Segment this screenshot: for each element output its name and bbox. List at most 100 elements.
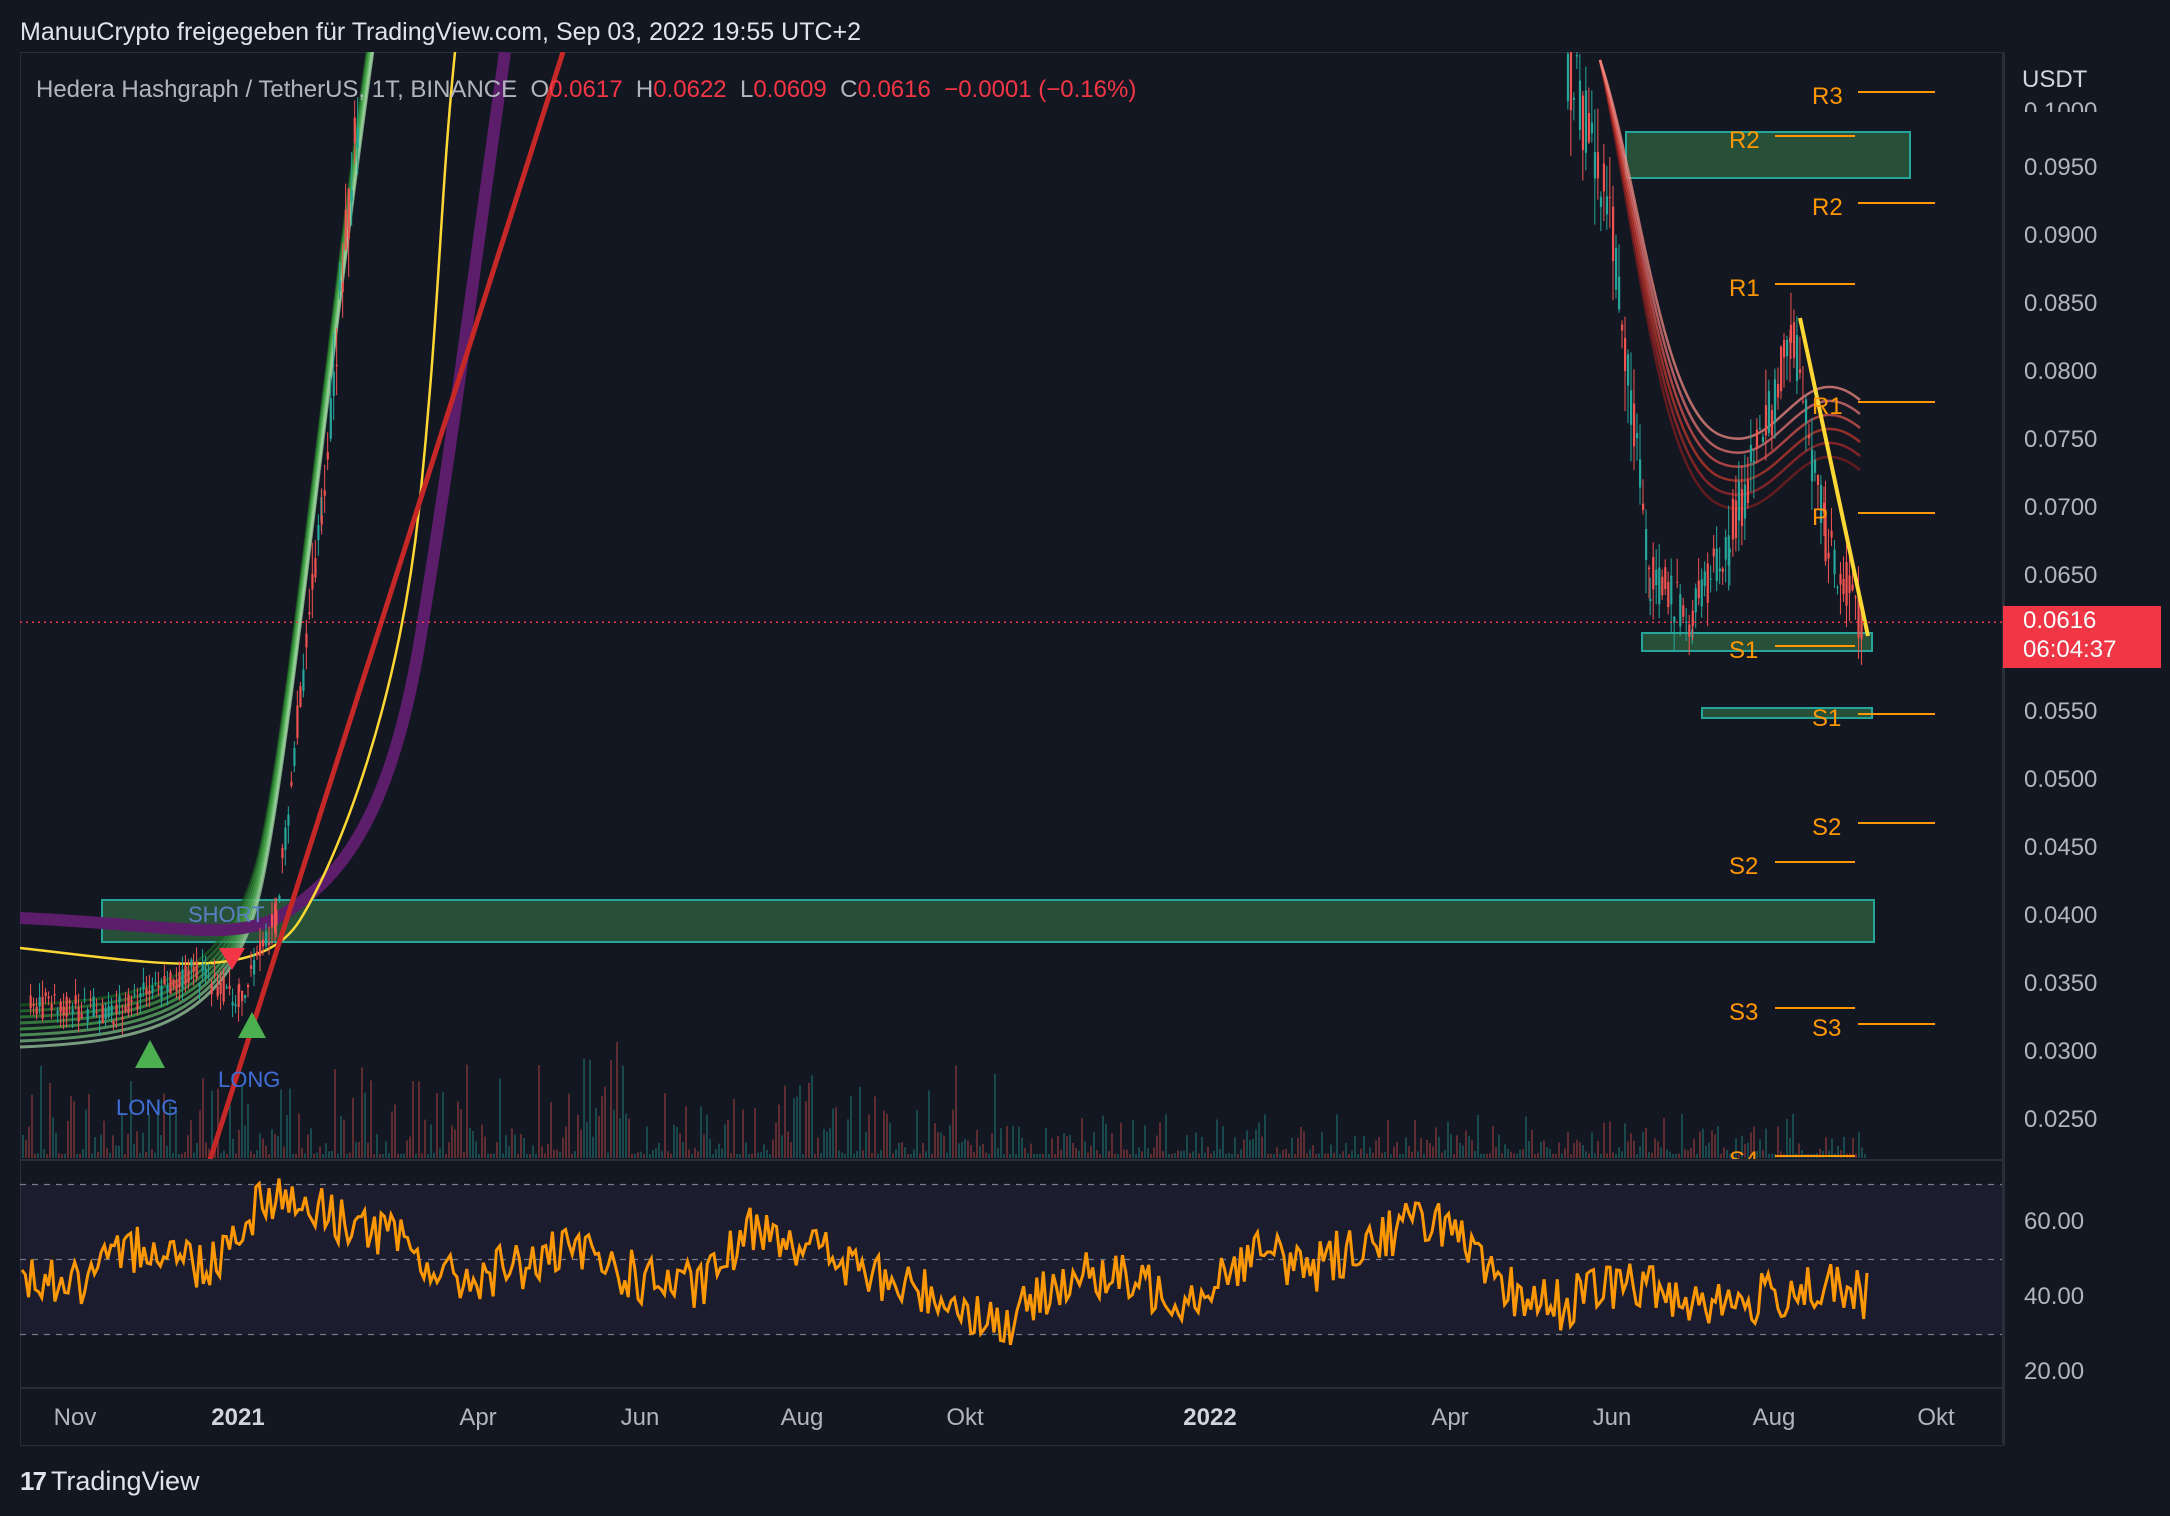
volume-bar [484,1136,486,1158]
candle-body [1764,405,1768,436]
volume-bar [616,1042,618,1158]
volume-bar [34,1153,36,1158]
volume-bar [979,1146,981,1158]
volume-bar [472,1130,474,1158]
volume-bar [646,1126,648,1158]
volume-bar [523,1137,525,1158]
volume-bar [220,1153,222,1158]
volume-bar [844,1153,846,1158]
volume-bar [1534,1153,1536,1158]
volume-bar [241,1085,243,1158]
volume-bar [712,1153,714,1158]
symbol-name[interactable]: Hedera Hashgraph / TetherUS, 1T, BINANCE [36,76,517,103]
chart-canvas[interactable]: R3R2R2R1R1PS1S1S2S2S3S3S4SHORTLONGLONG [0,0,2170,1516]
volume-bar [859,1086,861,1158]
volume-bar [727,1119,729,1158]
volume-bar [706,1114,708,1158]
price-tick-label: 0.0350 [2024,970,2098,997]
price-tick-label: 0.0950 [2024,154,2098,181]
volume-bar [364,1092,366,1158]
volume-bar [1843,1136,1845,1158]
candle-body [320,515,323,525]
volume-bar [811,1075,813,1158]
candle-body [35,1006,38,1015]
volume-bar [1657,1141,1659,1158]
candle-body [353,117,356,144]
volume-bar [298,1113,300,1158]
volume-bar [1054,1153,1056,1158]
volume-bar [1633,1140,1635,1158]
volume-bar [1243,1139,1245,1158]
volume-bar [1522,1149,1524,1158]
volume-bar [1441,1152,1443,1158]
volume-bar [1099,1153,1101,1158]
volume-bar [1759,1139,1761,1158]
volume-bar [403,1153,405,1158]
volume-bar [466,1064,468,1158]
candle-body [56,1010,59,1014]
candle-body [326,452,329,460]
volume-bar [532,1145,534,1158]
volume-bar [1675,1153,1677,1158]
volume-bar [1393,1146,1395,1158]
volume-bar [1102,1115,1104,1158]
volume-bar [1042,1153,1044,1158]
volume-bar [1471,1140,1473,1158]
volume-bar [73,1101,75,1158]
candle-body [275,909,278,925]
volume-bar [43,1148,45,1158]
candle-body [1697,580,1700,599]
volume-bar [904,1147,906,1158]
volume-bar [1015,1153,1017,1158]
volume-bar [1564,1148,1566,1158]
pivot-label: P [1812,504,1828,531]
pivot-label: S3 [1729,999,1758,1026]
volume-bar [916,1110,918,1158]
volume-bar [1630,1133,1632,1158]
volume-bar [154,1152,156,1158]
candle-body [329,398,332,439]
candle-body [1777,384,1780,398]
candle-body [127,994,130,1014]
volume-bar [94,1136,96,1158]
volume-bar [874,1096,876,1158]
volume-bar [1153,1147,1155,1158]
tradingview-logo[interactable]: 17 TradingView [20,1466,200,1497]
candle-body [1801,401,1805,403]
volume-bar [1018,1126,1020,1158]
volume-bar [187,1135,189,1158]
volume-bar [1066,1136,1068,1158]
candle-body [110,1005,113,1015]
ema-ribbon-early [20,52,369,1007]
volume-bar [739,1153,741,1158]
volume-bar [1051,1138,1053,1158]
volume-bar [1039,1153,1041,1158]
volume-bar [76,1153,78,1158]
volume-bar [373,1153,375,1158]
volume-bar [1507,1148,1509,1158]
candle-body [160,985,163,999]
volume-bar [817,1137,819,1158]
volume-bar [1444,1150,1446,1158]
volume-bar [661,1150,663,1158]
volume-bar [889,1122,891,1158]
candle-body [95,1012,98,1014]
volume-bar [1276,1147,1278,1158]
candle-body [1833,549,1836,575]
volume-bar [1696,1153,1698,1158]
candle-body [256,951,259,957]
candle-body [53,994,56,996]
volume-bar [1762,1150,1764,1158]
candle-body [332,371,335,396]
candle-body [278,895,281,901]
volume-bar [850,1096,852,1158]
volume-bar [343,1119,345,1158]
time-tick-label: 2022 [1183,1404,1237,1431]
time-tick-label: Okt [946,1404,984,1431]
volume-bar [1114,1153,1116,1158]
volume-bar [1072,1142,1074,1158]
volume-bar [544,1153,546,1158]
volume-bar [1666,1149,1668,1158]
symbol-legend[interactable]: Hedera Hashgraph / TetherUS, 1T, BINANCE… [36,76,1136,104]
candle-body [112,1021,115,1025]
